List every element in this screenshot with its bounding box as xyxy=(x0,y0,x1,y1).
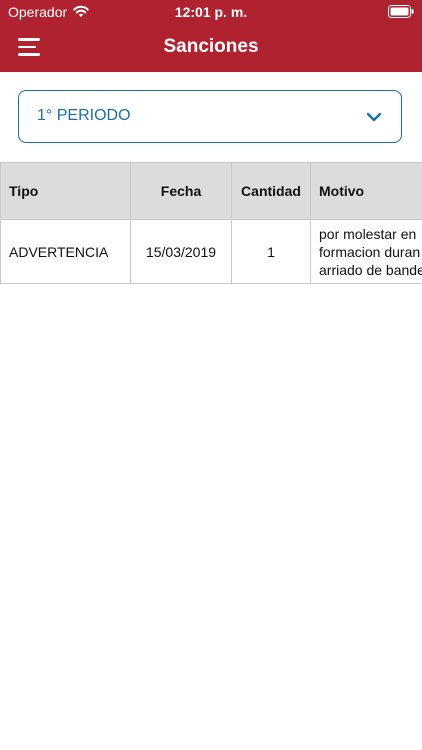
period-dropdown[interactable]: 1° PERIODO xyxy=(18,90,402,143)
cell-cantidad: 1 xyxy=(231,219,311,284)
motivo-line: arriado de bande xyxy=(319,261,422,278)
cell-fecha: 15/03/2019 xyxy=(130,219,232,284)
app-header: Operador 12:01 p. m. Sanciones xyxy=(0,0,422,72)
period-selected-value: 1° PERIODO xyxy=(37,107,131,124)
column-header-tipo: Tipo xyxy=(0,162,131,220)
sanctions-table-container[interactable]: Tipo Fecha Cantidad Motivo ADVERTENCIA 1… xyxy=(0,162,422,284)
column-header-fecha: Fecha xyxy=(130,162,232,220)
status-bar: Operador 12:01 p. m. xyxy=(0,0,422,24)
battery-icon xyxy=(388,5,414,18)
clock: 12:01 p. m. xyxy=(174,4,248,20)
motivo-line: por molestar en xyxy=(319,225,417,242)
motivo-line: formacion duran xyxy=(319,243,421,260)
column-header-motivo: Motivo xyxy=(310,162,422,220)
table-header-row: Tipo Fecha Cantidad Motivo xyxy=(0,162,422,220)
cell-motivo: por molestar en formacion duran arriado … xyxy=(310,219,422,284)
cell-tipo: ADVERTENCIA xyxy=(0,219,131,284)
table-row: ADVERTENCIA 15/03/2019 1 por molestar en… xyxy=(0,219,422,284)
nav-bar: Sanciones xyxy=(0,24,422,72)
chevron-down-icon xyxy=(366,112,382,122)
sanctions-table: Tipo Fecha Cantidad Motivo ADVERTENCIA 1… xyxy=(0,162,422,284)
column-header-cantidad: Cantidad xyxy=(231,162,311,220)
page-title: Sanciones xyxy=(163,36,259,57)
